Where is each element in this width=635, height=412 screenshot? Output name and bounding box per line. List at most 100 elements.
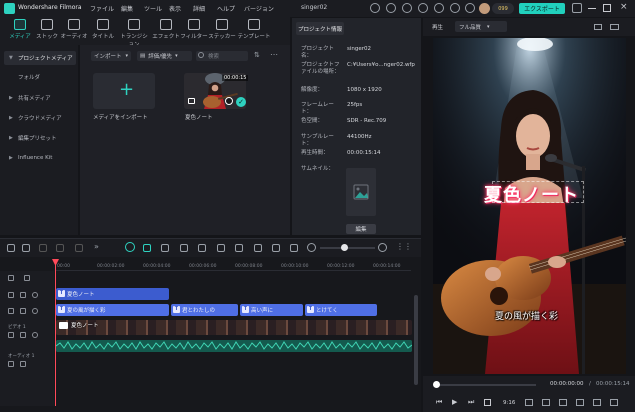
volume-icon[interactable] — [576, 399, 584, 406]
ai-tools-icon[interactable] — [143, 244, 151, 252]
voiceover-icon[interactable] — [272, 244, 280, 252]
safe-zone-icon[interactable] — [542, 399, 550, 406]
menu-file[interactable]: ファイル — [90, 4, 114, 13]
avatar[interactable] — [479, 3, 490, 14]
export-button[interactable]: エクスポート — [519, 3, 565, 14]
undo-icon[interactable] — [39, 244, 47, 252]
play-icon[interactable]: ▶ — [452, 398, 457, 406]
quality-dropdown[interactable]: フル品質 ▾ — [455, 21, 507, 32]
tab-project-info[interactable]: プロジェクト情報 — [296, 22, 344, 35]
track-lock-icon[interactable] — [8, 308, 14, 314]
title-clip[interactable]: T 夏色ノート — [56, 288, 169, 300]
subtitle-clip[interactable]: T 高い声に — [240, 304, 303, 316]
menu-tools[interactable]: ツール — [144, 4, 162, 13]
minimize-icon[interactable] — [588, 8, 596, 9]
playback-scrub-handle[interactable] — [433, 381, 440, 388]
select-icon[interactable] — [22, 244, 30, 252]
gift-icon[interactable] — [370, 3, 380, 13]
menu-help[interactable]: ヘルプ — [217, 4, 235, 13]
rating-filter[interactable]: ▤ 評価/優先 ▾ — [137, 51, 192, 61]
notification-icon[interactable] — [418, 3, 428, 13]
prev-frame-icon[interactable]: ⏮ — [436, 398, 442, 407]
expand-icon[interactable] — [572, 3, 582, 13]
subtitle-text-overlay[interactable]: 夏の風が描く彩 — [495, 309, 558, 322]
menu-edit[interactable]: 編集 — [121, 4, 133, 13]
tool-transition[interactable]: トランジション — [118, 19, 150, 48]
tool-template[interactable]: テンプレート — [236, 19, 272, 40]
timeline-ruler[interactable]: 00:00 00:00:02:00 00:00:04:00 00:00:06:0… — [55, 259, 411, 271]
sidebar-item-edit-preset[interactable]: ▶ 編集プリセット — [4, 131, 76, 145]
message-icon[interactable] — [450, 3, 460, 13]
mark-icon[interactable] — [161, 244, 169, 252]
zoom-out-icon[interactable] — [307, 243, 316, 252]
cloud-icon[interactable] — [434, 3, 444, 13]
shield-icon[interactable] — [217, 244, 225, 252]
layout-view-icon[interactable] — [610, 24, 619, 30]
subtitle-clip[interactable]: T 夏の風が描く彩 — [56, 304, 169, 316]
audio-clip[interactable] — [56, 340, 412, 352]
speed-icon[interactable] — [290, 244, 298, 252]
next-frame-icon[interactable]: ⏭ — [468, 398, 474, 407]
track-lock-icon[interactable] — [8, 292, 14, 298]
tool-sticker[interactable]: ステッカー — [206, 19, 238, 40]
close-icon[interactable]: × — [620, 2, 628, 12]
fullscreen-preview-icon[interactable] — [525, 399, 533, 406]
edit-thumbnail-button[interactable]: 編集 — [346, 224, 376, 234]
import-media-tile[interactable]: + — [93, 73, 155, 109]
track-visibility-icon[interactable] — [32, 308, 38, 314]
sidebar-item-folder[interactable]: フォルダ — [4, 70, 76, 84]
stop-icon[interactable] — [484, 399, 491, 406]
track-visibility-icon[interactable] — [32, 292, 38, 298]
render-icon[interactable] — [559, 399, 567, 406]
track-lock-icon[interactable] — [8, 361, 14, 367]
playback-progress-bar[interactable] — [436, 384, 536, 386]
tool-title[interactable]: タイトル — [87, 19, 119, 40]
track-audio-icon[interactable] — [20, 292, 26, 298]
menu-view[interactable]: 表示 — [169, 4, 181, 13]
layout-grid-icon[interactable] — [7, 244, 15, 252]
track-audio-icon[interactable] — [20, 361, 26, 367]
sidebar-item-project-media[interactable]: ▼ プロジェクトメディア — [4, 51, 76, 65]
maximize-icon[interactable] — [603, 4, 611, 12]
tool-audio[interactable]: オーディオ — [58, 19, 90, 40]
zoom-in-icon[interactable] — [378, 243, 387, 252]
snapshot-timeline-icon[interactable] — [180, 244, 188, 252]
playhead[interactable] — [55, 259, 56, 406]
settings-icon[interactable] — [465, 3, 475, 13]
title-selection-box[interactable] — [492, 181, 584, 203]
timeline-settings-icon[interactable]: ⋮⋮ — [396, 242, 412, 251]
link-tracks-icon[interactable] — [24, 275, 30, 281]
delete-icon[interactable] — [75, 244, 83, 252]
zoom-slider-handle[interactable] — [341, 244, 348, 251]
track-visibility-icon[interactable] — [32, 332, 38, 338]
more-tools-icon[interactable]: » — [94, 242, 99, 251]
auto-ripple-icon[interactable] — [125, 242, 135, 252]
audio-mixer-icon[interactable] — [254, 244, 262, 252]
add-track-icon[interactable] — [8, 275, 14, 281]
microphone-icon[interactable] — [235, 244, 243, 252]
track-lock-icon[interactable] — [8, 332, 14, 338]
track-audio-icon[interactable] — [20, 332, 26, 338]
redo-icon[interactable] — [56, 244, 64, 252]
menu-advanced[interactable]: 詳細 — [193, 4, 205, 13]
camera-icon[interactable] — [593, 399, 601, 406]
layout-icon[interactable] — [386, 3, 396, 13]
sidebar-item-influence-kit[interactable]: ▶ Influence Kit — [4, 151, 76, 165]
menu-version[interactable]: バージョン — [244, 4, 274, 13]
sort-icon[interactable]: ⇅ — [254, 51, 260, 59]
coin-balance[interactable]: 099 — [492, 3, 514, 14]
more-icon[interactable]: ⋯ — [270, 50, 278, 59]
subtitle-clip[interactable]: T とけてく — [305, 304, 377, 316]
sidebar-item-cloud-media[interactable]: ▶ クラウドメディア — [4, 111, 76, 125]
snapshot-icon[interactable] — [594, 24, 602, 30]
sidebar-item-shared-media[interactable]: ▶ 共有メディア — [4, 91, 76, 105]
track-audio-icon[interactable] — [20, 308, 26, 314]
timeline-scrollbar[interactable] — [414, 295, 418, 385]
subtitle-clip[interactable]: T 君とわたしの — [171, 304, 238, 316]
thumbnail-preview[interactable] — [346, 168, 376, 216]
aspect-ratio[interactable]: 9:16 — [503, 400, 515, 406]
download-icon[interactable] — [402, 3, 412, 13]
render-preview-icon[interactable] — [198, 244, 206, 252]
import-dropdown[interactable]: インポート ▾ — [91, 51, 131, 61]
video-clip[interactable]: 夏色ノート — [56, 320, 412, 335]
